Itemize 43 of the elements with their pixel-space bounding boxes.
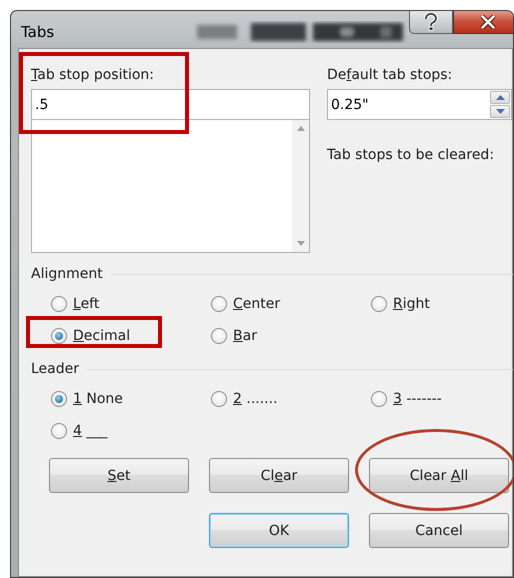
radio-button[interactable] [371, 296, 387, 312]
scroll-up-icon[interactable] [296, 126, 304, 131]
radio-label: 1 None [73, 391, 123, 407]
radio-label: Left [73, 296, 100, 312]
field-label: Default tab stops: [327, 67, 454, 85]
radio-label: Bar [233, 328, 257, 344]
spin-down-button[interactable] [490, 105, 510, 118]
dialog-button[interactable]: Set [49, 458, 189, 493]
window-title: Tabs [21, 23, 54, 41]
tab-stop-list[interactable] [31, 120, 310, 253]
radio-label: Center [233, 296, 280, 312]
radio-label: Right [393, 296, 430, 312]
spin-up-button[interactable] [490, 91, 510, 104]
radio-button[interactable] [211, 296, 227, 312]
radio-button[interactable] [51, 296, 67, 312]
dialog-button[interactable]: OK [209, 513, 349, 548]
field-label: Tab stops to be cleared: [327, 147, 496, 163]
close-button[interactable] [453, 11, 513, 34]
field-label: Tab stop position: [31, 67, 156, 85]
dialog-button[interactable]: Cancel [369, 513, 509, 548]
radio-button[interactable] [51, 423, 67, 439]
radio-label: 4 ___ [73, 423, 108, 439]
help-icon [423, 12, 439, 30]
group-label: Leader [31, 361, 80, 377]
dialog-button[interactable]: Clear All [369, 458, 509, 493]
radio-label: 2 ....... [233, 391, 278, 407]
help-button[interactable] [409, 11, 453, 34]
input-field[interactable]: .5 [31, 89, 310, 120]
input-field[interactable]: 0.25" [328, 90, 489, 119]
spin-field[interactable]: 0.25" [327, 89, 512, 120]
close-icon [480, 14, 496, 28]
up-arrow-icon [496, 95, 504, 100]
radio-button[interactable] [371, 391, 387, 407]
group-label: Alignment [31, 266, 103, 282]
radio-button[interactable] [51, 328, 67, 344]
radio-label: Decimal [73, 328, 130, 344]
radio-button[interactable] [51, 391, 67, 407]
radio-button[interactable] [211, 391, 227, 407]
scroll-down-icon[interactable] [296, 241, 304, 246]
down-arrow-icon [496, 109, 504, 114]
dialog-button[interactable]: Clear [209, 458, 349, 493]
radio-label: 3 ------- [393, 391, 442, 407]
radio-button[interactable] [211, 328, 227, 344]
